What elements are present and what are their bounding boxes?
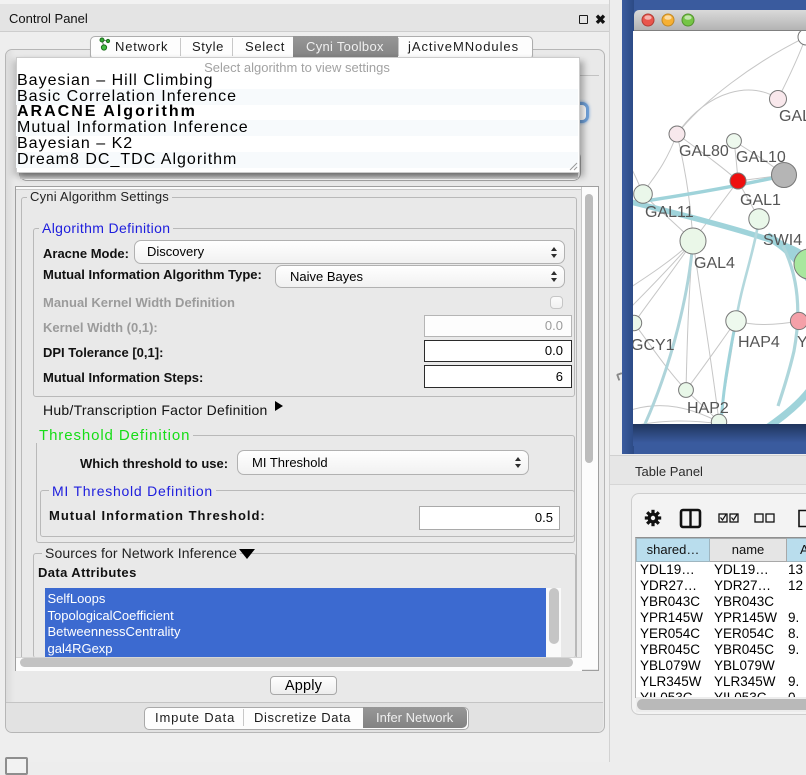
- svg-text:GAL: GAL: [779, 108, 806, 125]
- svg-text:GAL80: GAL80: [679, 143, 729, 160]
- svg-text:GAL4: GAL4: [694, 255, 735, 272]
- svg-text:GAL10: GAL10: [736, 149, 786, 166]
- svg-text:GCY1: GCY1: [633, 337, 675, 354]
- svg-text:SWI4: SWI4: [763, 232, 802, 249]
- svg-text:HAP2: HAP2: [687, 400, 729, 417]
- svg-text:HAP4: HAP4: [738, 334, 780, 351]
- svg-text:GAL1: GAL1: [740, 192, 781, 209]
- svg-text:Y: Y: [797, 334, 806, 351]
- svg-text:GAL11: GAL11: [645, 204, 694, 221]
